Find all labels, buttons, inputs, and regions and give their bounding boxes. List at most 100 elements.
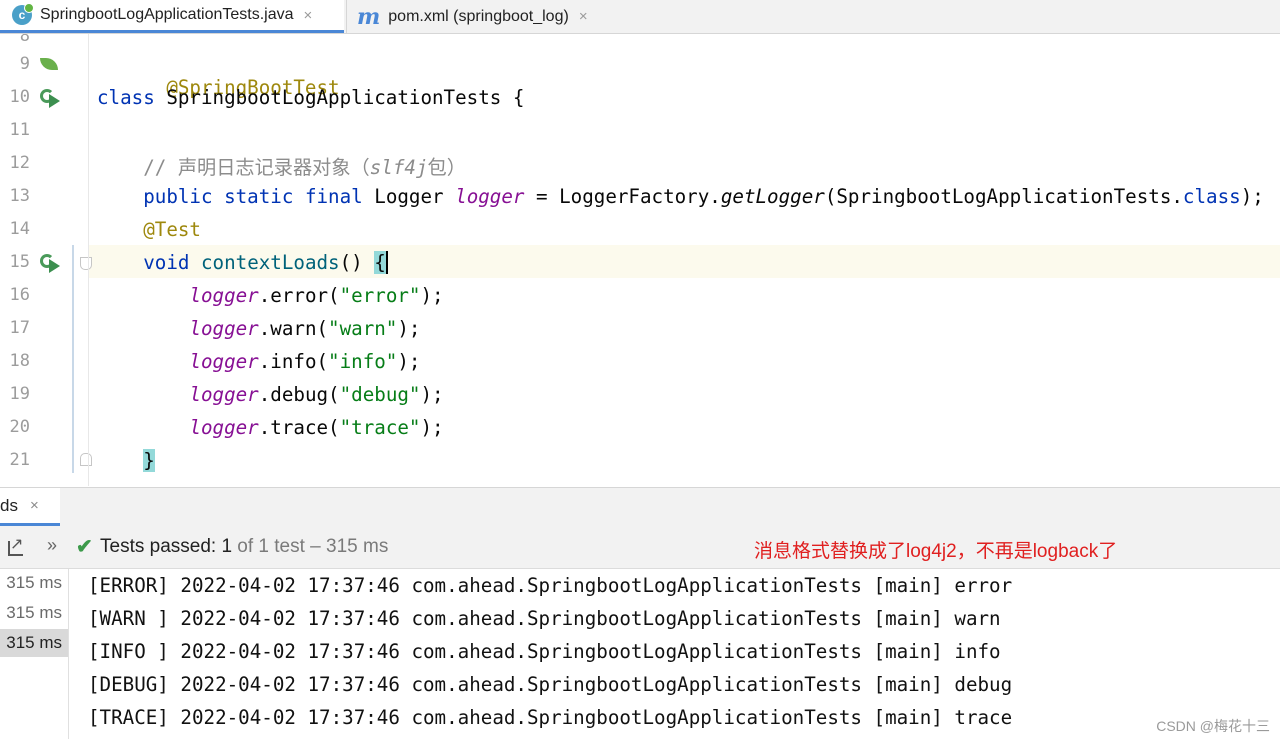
tab-pom-xml[interactable]: m pom.xml (springboot_log) × — [346, 0, 615, 33]
method-name: contextLoads — [189, 251, 340, 274]
code-line: } — [97, 449, 155, 472]
code-text: .info( — [258, 350, 329, 373]
line-number: 10 — [9, 87, 30, 107]
field: logger — [189, 317, 259, 340]
code-line: logger.warn("warn"); — [97, 317, 420, 340]
line-number: 11 — [9, 120, 30, 140]
java-class-icon: c — [12, 3, 34, 25]
changed-lines-marker — [72, 245, 74, 473]
run-test-icon[interactable] — [40, 88, 60, 108]
code-area[interactable]: @SpringBootTest class SpringbootLogAppli… — [88, 34, 1280, 486]
close-icon[interactable]: × — [579, 8, 588, 25]
status-prefix: Tests passed: — [100, 536, 222, 557]
status-count: 1 — [221, 536, 233, 557]
close-icon[interactable]: × — [304, 7, 313, 24]
code-text: ); — [420, 383, 444, 406]
export-icon[interactable]: ↗ — [6, 537, 26, 557]
code-text: ); — [397, 350, 421, 373]
keyword: void — [143, 251, 190, 274]
run-tab-label: ds — [0, 495, 18, 515]
line-number: 20 — [9, 417, 30, 437]
type: Logger — [362, 185, 456, 208]
code-line: logger.trace("trace"); — [97, 416, 444, 439]
close-icon[interactable]: × — [30, 497, 39, 514]
code-line: // 声明日志记录器对象（slf4j包） — [97, 152, 466, 180]
code-text: (SpringbootLogApplicationTests. — [824, 185, 1183, 208]
string-literal: "debug" — [339, 383, 421, 406]
code-line: logger.info("info"); — [97, 350, 420, 373]
code-text: () — [339, 251, 375, 274]
test-status-bar: ↗ » ✔ Tests passed: 1 of 1 test – 315 ms… — [0, 526, 1280, 569]
comment-italic: slf4j — [369, 156, 428, 179]
line-number: 21 — [9, 450, 30, 470]
method-call: getLogger — [720, 185, 825, 208]
code-text: = LoggerFactory. — [524, 185, 721, 208]
duration-item-selected[interactable]: 315 ms — [0, 629, 68, 657]
log-line: [WARN ] 2022-04-02 17:37:46 com.ahead.Sp… — [88, 607, 1001, 630]
tab-label: pom.xml (springboot_log) — [388, 7, 569, 25]
maven-icon: m — [357, 3, 381, 30]
line-number: 17 — [9, 318, 30, 338]
line-number: 18 — [9, 351, 30, 371]
field: logger — [189, 350, 259, 373]
code-line: @Test — [97, 218, 201, 241]
keyword: class — [1182, 185, 1241, 208]
class-declaration: SpringbootLogApplicationTests { — [154, 86, 525, 109]
matched-brace: { — [374, 251, 386, 274]
keyword: class — [97, 86, 155, 109]
line-number: 9 — [19, 54, 30, 74]
tests-passed-status: Tests passed: 1 of 1 test – 315 ms — [100, 536, 388, 558]
run-tool-tab-bar: ds × — [0, 487, 1280, 527]
code-editor[interactable]: 8 9 10 11 12 13 14 15 16 17 18 19 20 21 … — [0, 34, 1280, 486]
csdn-watermark: CSDN @梅花十三 — [1156, 718, 1270, 734]
code-text: ); — [1240, 185, 1264, 208]
log-line: [ERROR] 2022-04-02 17:37:46 com.ahead.Sp… — [88, 574, 1013, 597]
code-text: .error( — [258, 284, 340, 307]
editor-gutter: 8 9 10 11 12 13 14 15 16 17 18 19 20 21 — [0, 34, 92, 486]
duration-item[interactable]: 315 ms — [0, 599, 68, 627]
code-text: .trace( — [258, 416, 340, 439]
field: logger — [189, 416, 259, 439]
annotation: @Test — [143, 218, 201, 241]
text-caret — [385, 251, 388, 274]
duration-item[interactable]: 315 ms — [0, 569, 68, 597]
run-test-icon[interactable] — [40, 253, 60, 273]
line-number: 16 — [9, 285, 30, 305]
keyword: public static final — [143, 185, 363, 208]
code-text: .warn( — [258, 317, 329, 340]
string-literal: "info" — [328, 350, 398, 373]
matched-brace: } — [143, 449, 155, 472]
line-number: 12 — [9, 153, 30, 173]
code-text: ); — [397, 317, 421, 340]
code-text: ); — [420, 416, 444, 439]
log-line: [TRACE] 2022-04-02 17:37:46 com.ahead.Sp… — [88, 706, 1013, 729]
line-number: 19 — [9, 384, 30, 404]
status-rest: of 1 test – 315 ms — [232, 536, 389, 557]
line-number: 13 — [9, 186, 30, 206]
comment-end: 包） — [427, 156, 466, 179]
check-icon: ✔ — [76, 536, 93, 558]
code-line: class SpringbootLogApplicationTests { — [97, 86, 524, 109]
field: logger — [189, 383, 259, 406]
code-text: .debug( — [258, 383, 340, 406]
code-line: public static final Logger logger = Logg… — [97, 185, 1264, 208]
line-number: 15 — [9, 252, 30, 272]
editor-tab-bar: c SpringbootLogApplicationTests.java × m… — [0, 0, 1280, 34]
run-tab-context-loads[interactable]: ds × — [0, 488, 60, 526]
string-literal: "error" — [339, 284, 421, 307]
field: logger — [455, 185, 525, 208]
code-text: ); — [420, 284, 444, 307]
console-output[interactable]: [ERROR] 2022-04-02 17:37:46 com.ahead.Sp… — [70, 569, 1280, 739]
code-line: void contextLoads() { — [97, 251, 388, 274]
spring-leaf-icon[interactable] — [40, 58, 58, 70]
more-icon[interactable]: » — [47, 535, 57, 556]
test-durations-list: 315 ms 315 ms 315 ms — [0, 569, 69, 739]
code-line: logger.debug("debug"); — [97, 383, 444, 406]
string-literal: "warn" — [328, 317, 398, 340]
log-line: [INFO ] 2022-04-02 17:37:46 com.ahead.Sp… — [88, 640, 1001, 663]
tab-label: SpringbootLogApplicationTests.java — [40, 6, 294, 23]
log-line: [DEBUG] 2022-04-02 17:37:46 com.ahead.Sp… — [88, 673, 1013, 696]
line-number: 14 — [9, 219, 30, 239]
red-annotation: 消息格式替换成了log4j2，不再是logback了 — [754, 541, 1118, 562]
tab-springboot-log-tests[interactable]: c SpringbootLogApplicationTests.java × — [0, 0, 344, 33]
